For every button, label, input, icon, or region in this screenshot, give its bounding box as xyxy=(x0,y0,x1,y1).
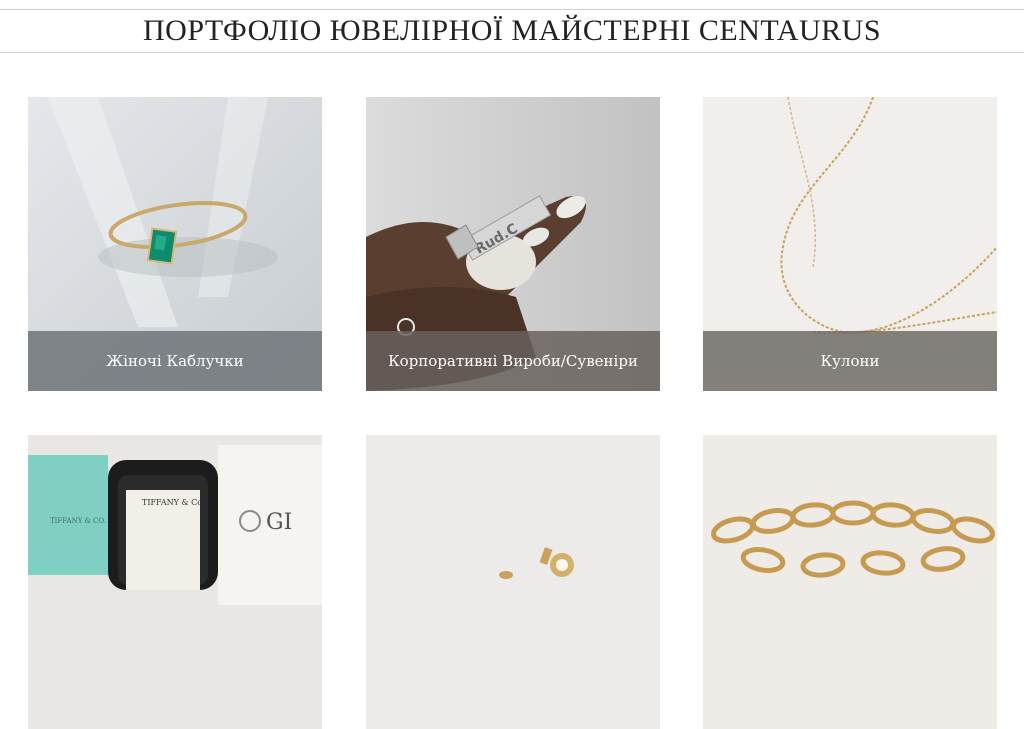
tiffany-pouch-logo: TIFFANY & Co. xyxy=(142,498,205,507)
portfolio-card-engagement-rings[interactable]: TIFFANY & CO. TIFFANY & Co. GI xyxy=(28,435,322,729)
portfolio-card-pendants[interactable]: Кулони xyxy=(703,97,997,391)
portfolio-card-womens-rings[interactable]: Жіночі Каблучки xyxy=(28,97,322,391)
card-caption: Корпоративні Вироби/Сувеніри xyxy=(366,331,660,391)
portfolio-card-corporate-souvenirs[interactable]: Rud.C Корпоративні Вироби/Сувеніри xyxy=(366,97,660,391)
portfolio-card-chains[interactable] xyxy=(703,435,997,729)
card-caption: Кулони xyxy=(703,331,997,391)
card-caption: Жіночі Каблучки xyxy=(28,331,322,391)
card-label: Корпоративні Вироби/Сувеніри xyxy=(388,352,638,370)
gold-earrings-photo xyxy=(366,435,660,729)
gold-link-chain-photo xyxy=(703,435,997,729)
page-title: ПОРТФОЛІО ЮВЕЛІРНОЇ МАЙСТЕРНІ CENTAURUS xyxy=(142,14,882,47)
tiffany-ring-box-photo: TIFFANY & CO. TIFFANY & Co. GI xyxy=(28,435,322,729)
card-label: Жіночі Каблучки xyxy=(106,352,244,370)
portfolio-card-earrings[interactable] xyxy=(366,435,660,729)
header-bar: ПОРТФОЛІО ЮВЕЛІРНОЇ МАЙСТЕРНІ CENTAURUS xyxy=(0,9,1024,53)
card-label: Кулони xyxy=(820,352,880,370)
tiffany-box-logo: TIFFANY & CO. xyxy=(50,517,106,525)
certificate-text: GI xyxy=(266,510,292,535)
